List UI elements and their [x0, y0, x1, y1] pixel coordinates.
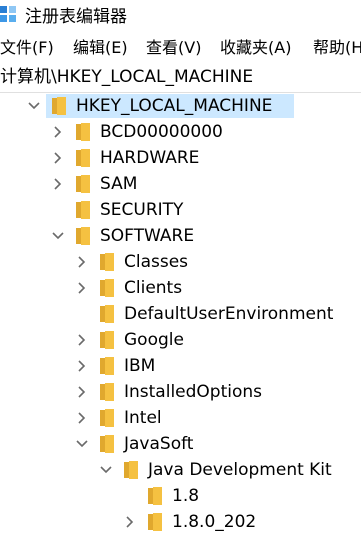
folder-icon: [146, 487, 163, 505]
folder-icon: [74, 227, 91, 245]
tree-label: IBM: [124, 356, 156, 376]
folder-icon: [74, 123, 91, 141]
tree-row-java-development-kit[interactable]: Java Development Kit: [0, 457, 361, 483]
chevron-right-icon[interactable]: [74, 358, 90, 374]
folder-icon: [74, 175, 91, 193]
tree-label: Google: [124, 330, 184, 350]
tree-row-intel[interactable]: Intel: [0, 405, 361, 431]
tree-label: DefaultUserEnvironment: [124, 304, 334, 324]
title-bar: 注册表编辑器: [0, 0, 361, 34]
tree-row-software[interactable]: SOFTWARE: [0, 223, 361, 249]
tree-row-clients[interactable]: Clients: [0, 275, 361, 301]
address-bar[interactable]: 计算机\HKEY_LOCAL_MACHINE: [0, 62, 361, 93]
regedit-icon: [0, 6, 16, 22]
tree-row-hkey-local-machine[interactable]: HKEY_LOCAL_MACHINE: [0, 93, 361, 119]
folder-icon: [98, 357, 115, 375]
menu-file[interactable]: 文件(F): [0, 37, 54, 59]
tree-row-1-8-0-202[interactable]: 1.8.0_202: [0, 509, 361, 535]
menu-favorites[interactable]: 收藏夹(A): [220, 37, 291, 59]
chevron-right-icon[interactable]: [74, 254, 90, 270]
tree-label: SAM: [100, 174, 138, 194]
chevron-right-icon[interactable]: [50, 150, 66, 166]
tree-row-1-8[interactable]: 1.8: [0, 483, 361, 509]
folder-icon: [98, 279, 115, 297]
chevron-down-icon[interactable]: [98, 462, 114, 478]
folder-icon: [122, 461, 139, 479]
tree-label: SECURITY: [100, 200, 184, 220]
chevron-right-icon[interactable]: [50, 124, 66, 140]
tree-label: BCD00000000: [100, 122, 223, 142]
tree-label: Classes: [124, 252, 189, 272]
address-path[interactable]: 计算机\HKEY_LOCAL_MACHINE: [0, 66, 253, 88]
folder-icon: [98, 409, 115, 427]
chevron-right-icon[interactable]: [74, 332, 90, 348]
tree-row-security[interactable]: SECURITY: [0, 197, 361, 223]
tree-label: JavaSoft: [124, 434, 194, 454]
chevron-right-icon[interactable]: [122, 514, 138, 530]
menu-bar: 文件(F) 编辑(E) 查看(V) 收藏夹(A) 帮助(H): [0, 34, 361, 62]
folder-icon: [98, 383, 115, 401]
folder-icon: [98, 253, 115, 271]
folder-icon: [98, 331, 115, 349]
tree-label: InstalledOptions: [124, 382, 263, 402]
tree-label: Intel: [124, 408, 162, 428]
folder-icon: [98, 435, 115, 453]
registry-tree: HKEY_LOCAL_MACHINE BCD00000000 HARDWARE SAM…: [0, 93, 361, 537]
tree-label: Clients: [124, 278, 183, 298]
folder-icon: [74, 201, 91, 219]
tree-row-installedoptions[interactable]: InstalledOptions: [0, 379, 361, 405]
folder-icon: [98, 305, 115, 323]
menu-view[interactable]: 查看(V): [146, 37, 201, 59]
chevron-right-icon[interactable]: [74, 384, 90, 400]
window-title: 注册表编辑器: [25, 7, 127, 27]
tree-row-defaultuserenvironment[interactable]: DefaultUserEnvironment: [0, 301, 361, 327]
tree-row-classes[interactable]: Classes: [0, 249, 361, 275]
tree-label: HKEY_LOCAL_MACHINE: [76, 96, 273, 116]
chevron-right-icon[interactable]: [50, 176, 66, 192]
tree-label: 1.8: [172, 486, 200, 506]
tree-row-hardware[interactable]: HARDWARE: [0, 145, 361, 171]
folder-icon: [50, 97, 67, 115]
tree-label: Java Development Kit: [148, 460, 332, 480]
tree-label: 1.8.0_202: [172, 512, 257, 532]
tree-label: SOFTWARE: [100, 226, 195, 246]
folder-icon: [74, 149, 91, 167]
chevron-down-icon[interactable]: [26, 98, 42, 114]
tree-row-ibm[interactable]: IBM: [0, 353, 361, 379]
tree-row-google[interactable]: Google: [0, 327, 361, 353]
chevron-down-icon[interactable]: [74, 436, 90, 452]
chevron-right-icon[interactable]: [74, 410, 90, 426]
chevron-right-icon[interactable]: [74, 280, 90, 296]
tree-row-sam[interactable]: SAM: [0, 171, 361, 197]
chevron-down-icon[interactable]: [50, 228, 66, 244]
tree-row-javasoft[interactable]: JavaSoft: [0, 431, 361, 457]
tree-row-bcd00000000[interactable]: BCD00000000: [0, 119, 361, 145]
folder-icon: [146, 513, 163, 531]
menu-help[interactable]: 帮助(H): [313, 37, 361, 59]
tree-label: HARDWARE: [100, 148, 200, 168]
menu-edit[interactable]: 编辑(E): [73, 37, 128, 59]
